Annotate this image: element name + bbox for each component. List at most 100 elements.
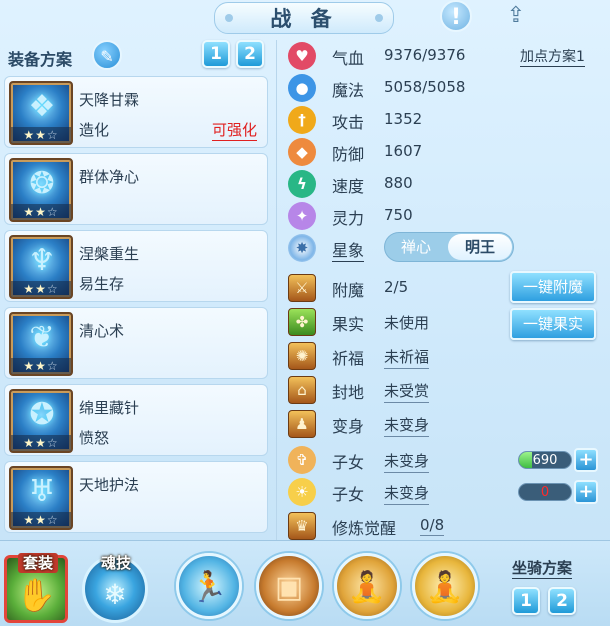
- skill-effect: 愤怒: [79, 429, 110, 447]
- one-click-enchant-button[interactable]: 一键附魔: [510, 271, 596, 303]
- skill-glyph-icon: ❂: [29, 166, 55, 201]
- skill-glyph-icon: ♅: [28, 474, 56, 509]
- skill-stars: ★★☆: [11, 512, 71, 528]
- enhance-link[interactable]: 可强化: [211, 119, 257, 141]
- skill-card[interactable]: ❦ ★★☆ 清心术: [4, 307, 268, 379]
- mount-scheme-2-button[interactable]: 2: [548, 587, 576, 615]
- stat-row-hp: ♥ 气血 9376/9376 加点方案1: [288, 42, 602, 70]
- stat-name: 子女: [332, 453, 365, 472]
- stat-name: 速度: [332, 177, 365, 196]
- child-progress-bar: 690: [518, 451, 572, 469]
- child-row-1: ✞ 子女 未变身 690 +: [288, 446, 602, 474]
- mana-icon: ●: [288, 74, 316, 102]
- info-icon[interactable]: !: [440, 0, 472, 32]
- skill-stars: ★★☆: [11, 281, 71, 297]
- add-point-scheme-link[interactable]: 加点方案1: [520, 46, 585, 67]
- transform-link[interactable]: 未变身: [384, 414, 430, 437]
- skill-icon[interactable]: ❂ ★★☆: [9, 158, 73, 222]
- monk-icon: 🧘: [348, 570, 386, 605]
- fief-link[interactable]: 未受赏: [384, 380, 430, 403]
- shield-icon: ◆: [288, 138, 316, 166]
- skill-glyph-icon: ❦: [29, 320, 55, 355]
- plus-icon[interactable]: +: [574, 448, 598, 472]
- awakening-icon: ♛: [288, 512, 316, 540]
- panel-divider: [276, 40, 277, 540]
- mount-slot-3[interactable]: 🧘: [334, 553, 400, 619]
- skill-icon[interactable]: ✪ ★★☆: [9, 389, 73, 453]
- skill-list: ❖ ★★☆ 天降甘霖 造化 可强化 ❂ ★★☆ 群体净心 ♆ ★★☆ 涅槃重生 …: [4, 76, 272, 538]
- mount-slot-4[interactable]: 🧘: [412, 553, 478, 619]
- skill-card[interactable]: ❂ ★★☆ 群体净心: [4, 153, 268, 225]
- skill-icon[interactable]: ♆ ★★☆: [9, 235, 73, 299]
- stat-name: 灵力: [332, 209, 365, 228]
- bar-text: 690: [532, 453, 558, 468]
- child-transform-link[interactable]: 未变身: [384, 450, 430, 473]
- mount-slot-1[interactable]: 🏃: [176, 553, 242, 619]
- skill-card[interactable]: ♆ ★★☆ 涅槃重生 易生存: [4, 230, 268, 302]
- fief-row: ⌂ 封地 未受赏: [288, 376, 602, 404]
- child-icon: ✞: [288, 446, 316, 474]
- awakening-link[interactable]: 0/8: [420, 516, 445, 536]
- stat-row-mp: ● 魔法 5058/5058: [288, 74, 602, 102]
- skill-card[interactable]: ✪ ★★☆ 绵里藏针 愤怒: [4, 384, 268, 456]
- chest-icon: ▣: [274, 570, 304, 605]
- constellation-option-zen[interactable]: 禅心: [385, 233, 447, 261]
- stat-name: 气血: [332, 49, 365, 68]
- stat-value: 2/5: [384, 278, 409, 296]
- skill-card[interactable]: ❖ ★★☆ 天降甘霖 造化 可强化: [4, 76, 268, 148]
- one-click-fruit-button[interactable]: 一键果实: [510, 308, 596, 340]
- blessing-link[interactable]: 未祈福: [384, 346, 430, 369]
- stat-value: 880: [384, 174, 413, 192]
- stat-name: 修炼觉醒: [332, 519, 397, 538]
- sword-icon: †: [288, 106, 316, 134]
- stat-name: 封地: [332, 383, 365, 402]
- skill-name: 清心术: [79, 322, 125, 340]
- stat-value: 1352: [384, 110, 423, 128]
- constellation-row: ✸ 星象 禅心 明王: [288, 232, 602, 262]
- stat-name: 祈福: [332, 349, 365, 368]
- mount-slot-2[interactable]: ▣: [256, 553, 322, 619]
- equip-scheme-2-button[interactable]: 2: [236, 40, 264, 68]
- plus-icon[interactable]: +: [574, 480, 598, 504]
- skill-glyph-icon: ❖: [28, 89, 56, 124]
- skill-name: 群体净心: [79, 168, 140, 186]
- blessing-row: ✺ 祈福 未祈福: [288, 342, 602, 370]
- hand-icon: ✋: [16, 576, 56, 614]
- constellation-toggle[interactable]: 禅心 明王: [384, 232, 514, 262]
- stat-row-speed: ϟ 速度 880: [288, 170, 602, 198]
- child-transform-link[interactable]: 未变身: [384, 482, 430, 505]
- share-icon[interactable]: ⇪: [500, 2, 532, 30]
- stat-value: 9376/9376: [384, 46, 466, 64]
- stat-name: 攻击: [332, 113, 365, 132]
- spirit-icon: ✦: [288, 202, 316, 230]
- skill-stars: ★★☆: [11, 435, 71, 451]
- suit-label: 套装: [18, 553, 59, 573]
- stat-value: 1607: [384, 142, 423, 160]
- skill-glyph-icon: ♆: [28, 243, 56, 278]
- fief-icon: ⌂: [288, 376, 316, 404]
- mount-scheme-1-button[interactable]: 1: [512, 587, 540, 615]
- title-bar: 战 备 ! ⇪: [0, 0, 610, 40]
- enchant-row: ⚔ 附魔 2/5 一键附魔: [288, 271, 602, 303]
- transform-row: ♟ 变身 未变身: [288, 410, 602, 438]
- skill-card[interactable]: ♅ ★★☆ 天地护法: [4, 461, 268, 533]
- bottom-bar: ✋ 套装 ❄ 魂技 🏃 ▣ 🧘 🧘 坐骑方案 1 2: [0, 540, 610, 626]
- fruit-icon: ✤: [288, 308, 316, 336]
- mount-scheme-label[interactable]: 坐骑方案: [512, 557, 573, 579]
- skill-icon[interactable]: ❖ ★★☆: [9, 81, 73, 145]
- stat-row-spirit: ✦ 灵力 750: [288, 202, 602, 230]
- skill-name: 天降甘霖: [79, 91, 140, 109]
- warrior-icon: 🧘: [426, 570, 464, 605]
- equip-scheme-1-button[interactable]: 1: [202, 40, 230, 68]
- stat-value: 未使用: [384, 314, 430, 332]
- edit-pencil-icon[interactable]: ✎: [92, 40, 122, 70]
- constellation-option-mingwang[interactable]: 明王: [448, 234, 512, 260]
- stat-name: 魔法: [332, 81, 365, 100]
- constellation-icon: ✸: [288, 234, 316, 262]
- skill-icon[interactable]: ♅ ★★☆: [9, 466, 73, 530]
- skill-icon[interactable]: ❦ ★★☆: [9, 312, 73, 376]
- awakening-row: ♛ 修炼觉醒 0/8: [288, 512, 602, 540]
- skill-glyph-icon: ✪: [29, 397, 55, 432]
- heart-icon: ♥: [288, 42, 316, 70]
- skill-name: 涅槃重生: [79, 245, 140, 263]
